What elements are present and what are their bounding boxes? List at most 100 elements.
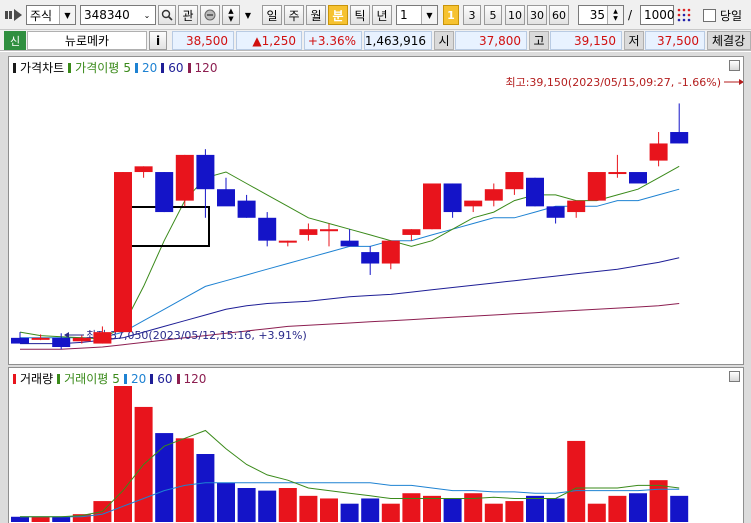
- period-week-button[interactable]: 주: [284, 5, 304, 25]
- period-label: 년: [376, 8, 388, 23]
- interest-button[interactable]: 관: [178, 5, 198, 25]
- volume-bar: [608, 495, 627, 522]
- volume-bar: [423, 495, 441, 522]
- interval-10-button[interactable]: 10: [505, 5, 525, 25]
- interval-value: 1: [400, 8, 408, 22]
- interest-label: 관: [182, 8, 194, 23]
- volume-bar: [217, 482, 235, 522]
- candle-body: [52, 337, 71, 347]
- volume-bar: [320, 498, 338, 522]
- volume-bar: [402, 493, 421, 522]
- link-arrow-icon[interactable]: [5, 8, 23, 22]
- period-year-button[interactable]: 년: [372, 5, 392, 25]
- candle-body: [114, 172, 132, 333]
- period-minute-button[interactable]: 분: [328, 5, 348, 25]
- candle-body: [402, 229, 421, 235]
- interval-5-button[interactable]: 5: [484, 5, 502, 25]
- candle-body: [423, 183, 441, 230]
- spin-button[interactable]: ▲ ▼: [222, 5, 240, 25]
- period-month-button[interactable]: 월: [306, 5, 326, 25]
- period-day-button[interactable]: 일: [262, 5, 282, 25]
- stock-code-input[interactable]: 348340 ⌄: [80, 5, 156, 25]
- price-chart-panel[interactable]: 가격차트 가격이평 5 20 60 120 최고:39,150(2023/05/…: [8, 56, 744, 365]
- high-price: 39,150: [550, 31, 622, 50]
- candle-body: [546, 206, 565, 218]
- candle-body: [361, 252, 380, 264]
- count-slash: /: [628, 8, 633, 22]
- candle-body: [587, 172, 606, 201]
- today-checkbox[interactable]: [703, 9, 716, 22]
- open-price: 37,800: [455, 31, 527, 50]
- print-button[interactable]: [200, 5, 220, 25]
- interval-60-button[interactable]: 60: [549, 5, 569, 25]
- search-icon: [161, 9, 173, 21]
- candle-body: [608, 172, 627, 175]
- volume-chart-panel[interactable]: 거래량 거래이평 5 20 60 120: [8, 367, 744, 523]
- period-label: 월: [310, 8, 322, 23]
- volume-bar: [340, 503, 359, 522]
- execution-strength-label: 체결강: [707, 31, 751, 50]
- quote-bar: 신 뉴로메카 i 38,500 ▲1,250 +3.36% 1,463,916 …: [0, 30, 751, 51]
- low-label: 저: [624, 31, 644, 50]
- volume-bar: [546, 498, 565, 522]
- count-spinner[interactable]: 35 ▲ ▼: [578, 5, 624, 25]
- period-label: 분: [332, 8, 344, 23]
- candle-body: [217, 189, 235, 207]
- count-max-value: 1000: [644, 8, 675, 22]
- arrow-right-icon: [739, 79, 743, 85]
- stock-name[interactable]: 뉴로메카: [27, 31, 147, 50]
- volume-bar: [299, 495, 318, 522]
- candle-body: [340, 240, 359, 247]
- chevron-up-icon: ▲: [228, 7, 234, 15]
- period-label: 주: [288, 8, 300, 23]
- volume-bar: [237, 488, 256, 522]
- volume-bar: [31, 516, 50, 522]
- interval-select[interactable]: 1 ▼: [396, 5, 438, 25]
- interval-label: 60: [552, 8, 566, 22]
- candle-body: [196, 154, 215, 190]
- interval-3-button[interactable]: 3: [463, 5, 481, 25]
- volume-bar: [11, 516, 29, 522]
- chevron-down-icon: ▼: [244, 10, 252, 20]
- market-type-select[interactable]: 주식 ▼: [26, 5, 76, 25]
- candle-body: [278, 240, 297, 243]
- volume-bar: [175, 438, 194, 522]
- interval-1-button[interactable]: 1: [443, 5, 459, 25]
- volume-bar: [484, 503, 503, 522]
- candle-body: [443, 183, 462, 213]
- volume-bar: [464, 493, 483, 522]
- chevron-down-icon: ▼: [421, 6, 437, 24]
- info-button[interactable]: i: [149, 31, 167, 50]
- candle-body: [155, 172, 174, 213]
- volume-bar: [443, 498, 462, 522]
- volume-bar: [381, 503, 400, 522]
- stock-code-value: 348340: [84, 8, 130, 22]
- highlight-box: [124, 206, 210, 247]
- interval-label: 1: [447, 8, 455, 22]
- candle-body: [237, 200, 256, 218]
- candle-body: [93, 332, 112, 344]
- search-button[interactable]: [158, 5, 176, 25]
- grid-dots-icon[interactable]: [676, 7, 692, 23]
- interval-30-button[interactable]: 30: [527, 5, 547, 25]
- candle-body: [31, 337, 50, 340]
- price-change-pct: +3.36%: [304, 31, 362, 50]
- info-icon: i: [155, 33, 161, 48]
- candle-body: [464, 200, 483, 207]
- volume-bar: [567, 440, 586, 522]
- high-label: 고: [529, 31, 549, 50]
- dropdown-arrow[interactable]: ▼: [242, 5, 254, 25]
- volume-bar: [114, 386, 132, 522]
- volume-bar: [196, 454, 215, 522]
- candle-body: [320, 229, 338, 232]
- period-tick-button[interactable]: 틱: [350, 5, 370, 25]
- volume-bar: [629, 493, 647, 522]
- settings-icon: [204, 9, 216, 21]
- count-max-input[interactable]: 1000: [640, 5, 675, 25]
- interval-label: 10: [508, 8, 522, 22]
- candle-body: [526, 177, 544, 207]
- candle-body: [299, 229, 318, 235]
- open-label: 시: [434, 31, 454, 50]
- candle-body: [134, 166, 153, 173]
- volume-bar: [361, 498, 380, 522]
